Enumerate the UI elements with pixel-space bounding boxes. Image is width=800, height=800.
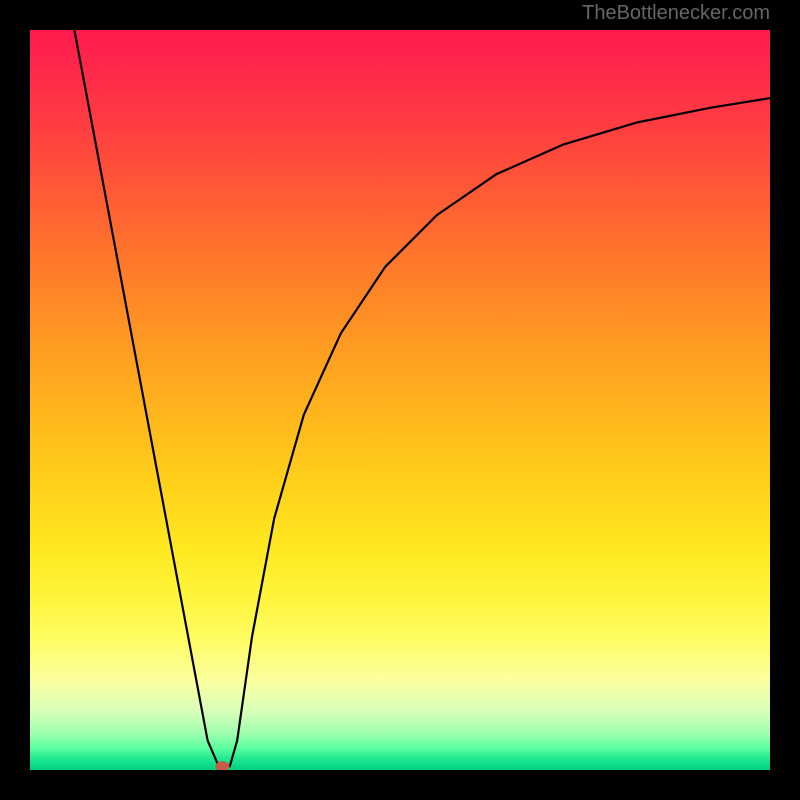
chart-svg (30, 30, 770, 770)
curve-path (74, 30, 770, 766)
watermark-text: TheBottlenecker.com (582, 2, 770, 25)
plot-area (30, 30, 770, 770)
